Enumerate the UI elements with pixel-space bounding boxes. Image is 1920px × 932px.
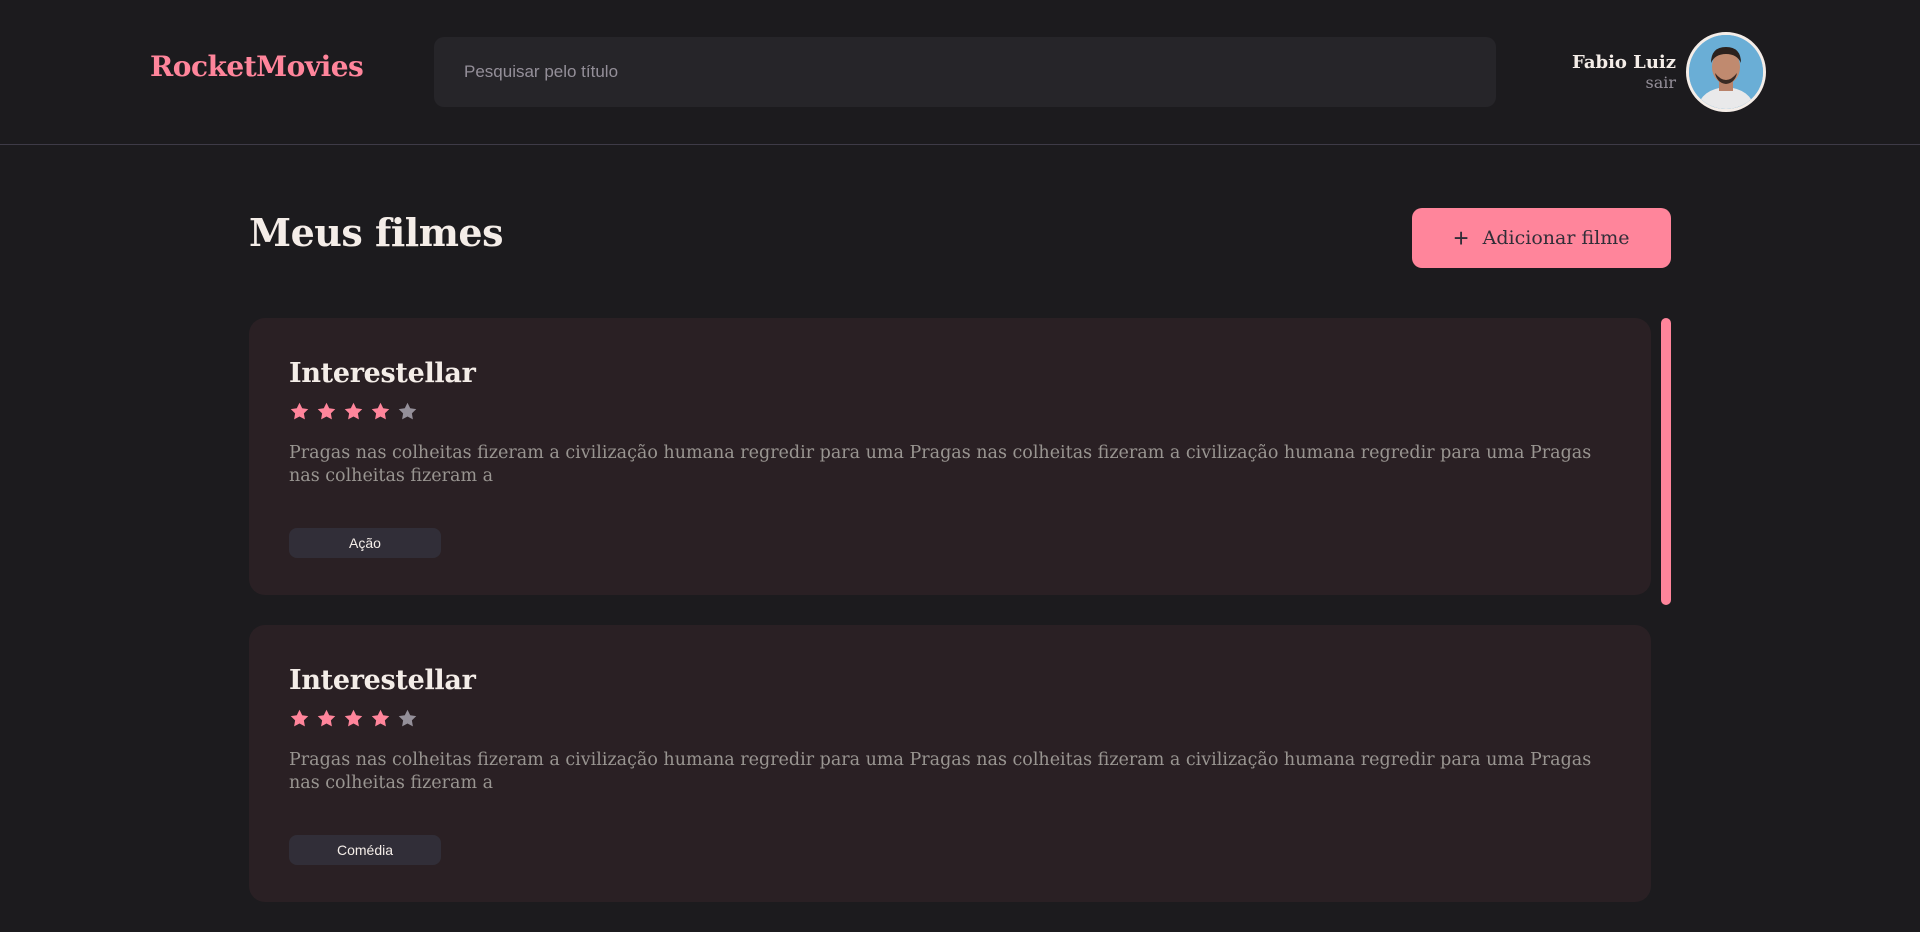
rating-stars [289,401,1611,422]
star-empty-icon [398,709,417,727]
scrollbar-thumb[interactable] [1661,318,1671,605]
app-header: RocketMovies Fabio Luiz sair [0,0,1920,145]
movie-list: Interestellar Pragas nas colheitas fizer… [249,318,1651,932]
movie-description: Pragas nas colheitas fizeram a civilizaç… [289,750,1592,793]
movie-title: Interestellar [289,665,476,696]
movie-card[interactable]: Interestellar Pragas nas colheitas fizer… [249,625,1651,902]
movie-description: Pragas nas colheitas fizeram a civilizaç… [289,443,1592,486]
user-name[interactable]: Fabio Luiz [1572,52,1676,73]
add-movie-label: Adicionar filme [1482,227,1630,249]
star-filled-icon [290,402,309,420]
user-photo-icon [1689,35,1763,109]
rating-stars [289,708,1611,729]
movie-tag: Ação [289,528,441,558]
star-empty-icon [398,402,417,420]
star-filled-icon [290,709,309,727]
movie-title: Interestellar [289,358,476,389]
star-filled-icon [344,402,363,420]
logout-link[interactable]: sair [1572,73,1676,92]
user-profile: Fabio Luiz sair [1572,32,1766,112]
star-filled-icon [317,402,336,420]
page-title: Meus filmes [249,210,504,255]
search-input[interactable] [434,37,1496,107]
app-logo[interactable]: RocketMovies [150,50,364,83]
star-filled-icon [317,709,336,727]
movie-tag: Comédia [289,835,441,865]
star-filled-icon [371,709,390,727]
avatar[interactable] [1686,32,1766,112]
profile-info: Fabio Luiz sair [1572,52,1676,92]
star-filled-icon [344,709,363,727]
add-movie-button[interactable]: + Adicionar filme [1412,208,1671,268]
star-filled-icon [371,402,390,420]
plus-icon: + [1453,223,1469,253]
movie-card[interactable]: Interestellar Pragas nas colheitas fizer… [249,318,1651,595]
